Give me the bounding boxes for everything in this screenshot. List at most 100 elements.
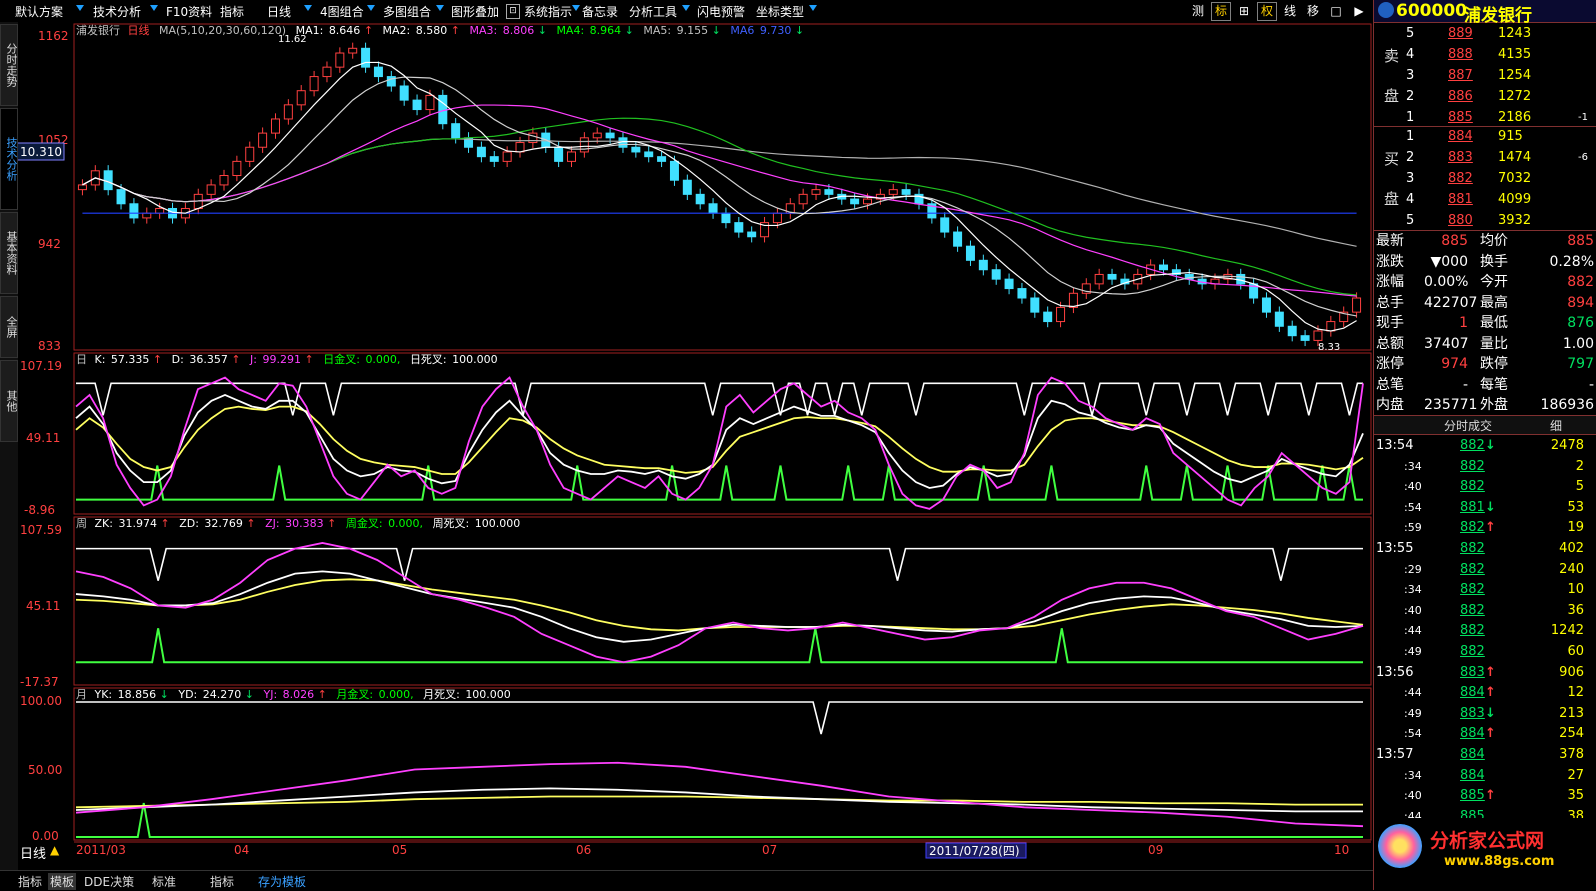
menu-indicator[interactable]: 指标 — [220, 3, 244, 19]
candle — [258, 132, 268, 148]
tab-basic-info[interactable]: 基本资料 — [0, 212, 18, 294]
d-value: 36.357 — [189, 353, 228, 366]
order-price[interactable]: 885 — [1448, 108, 1473, 128]
tick-price: 884 — [1460, 726, 1485, 742]
order-level: 5 — [1406, 213, 1415, 228]
tab-technical-analysis[interactable]: 技术分析 — [0, 108, 18, 210]
tab-fullscreen[interactable]: 全屏 — [0, 296, 18, 358]
order-row[interactable]: 3 887 1254 — [1374, 66, 1596, 86]
window-button[interactable]: □ — [1326, 2, 1346, 21]
stat-value: 0.28% — [1549, 253, 1594, 270]
play-button[interactable]: ▶ — [1349, 2, 1369, 21]
tick-row: :59 882 ↑ 19 — [1374, 518, 1596, 538]
tab-save-template[interactable]: 存为模板 — [258, 873, 306, 890]
tick-time: 13:54 — [1376, 438, 1414, 453]
move-button[interactable]: 移 — [1303, 2, 1323, 21]
order-price[interactable]: 887 — [1448, 66, 1473, 86]
tick-time: :34 — [1404, 768, 1422, 782]
chevron-down-icon[interactable] — [150, 5, 158, 11]
order-row[interactable]: 3 882 7032 — [1374, 169, 1596, 189]
order-volume: 2186 — [1498, 110, 1532, 125]
order-price[interactable]: 888 — [1448, 45, 1473, 65]
tab-dde[interactable]: DDE决策 — [84, 873, 134, 890]
tab-other[interactable]: 其他 — [0, 360, 18, 442]
chevron-down-icon[interactable] — [367, 5, 375, 11]
order-row[interactable]: 5 880 3932 — [1374, 211, 1596, 231]
order-price[interactable]: 880 — [1448, 211, 1473, 231]
order-level: 1 — [1406, 129, 1415, 144]
menu-multi-chart[interactable]: 多图组合 — [383, 3, 431, 19]
line-button[interactable]: 线 — [1280, 2, 1300, 21]
order-row[interactable]: 5 889 1243 — [1374, 24, 1596, 44]
order-row[interactable]: 1 884 915 — [1374, 127, 1596, 147]
order-price[interactable]: 889 — [1448, 24, 1473, 44]
chevron-down-icon[interactable] — [76, 5, 84, 11]
chevron-down-icon[interactable] — [682, 5, 690, 11]
quote-panel: 600000 浦发银行 卖 盘 5 889 1243 4 888 4135 3 887 1254… — [1373, 0, 1596, 890]
menu-period[interactable]: 日线 — [267, 3, 291, 19]
menu-overlay[interactable]: 图形叠加 — [451, 3, 499, 19]
chevron-down-icon[interactable] — [572, 5, 580, 11]
ma4-label: MA4: — [556, 24, 584, 37]
chevron-down-icon[interactable] — [304, 5, 312, 11]
candle — [77, 184, 87, 191]
stat-value: 885 — [1567, 233, 1594, 249]
order-price[interactable]: 886 — [1448, 87, 1473, 107]
ma6-label: MA6 — [730, 24, 754, 37]
measure-button[interactable]: 测 — [1188, 2, 1208, 21]
stat-label: 涨跌 — [1376, 253, 1404, 270]
menu-axis-type[interactable]: 坐标类型 — [756, 3, 804, 19]
ticks-header[interactable]: 分时成交 — [1444, 417, 1492, 434]
candle — [1261, 297, 1271, 313]
menu-default-scheme[interactable]: 默认方案 — [15, 3, 63, 19]
j-value: 99.291 — [263, 353, 302, 366]
adjust-right-button[interactable]: 权 — [1257, 2, 1277, 21]
candle — [1004, 278, 1014, 290]
menu-system-signal[interactable]: 系统指示 — [524, 3, 572, 19]
candle — [129, 203, 139, 219]
crosshair-button[interactable]: ⊞ — [1234, 2, 1254, 21]
order-price[interactable]: 881 — [1448, 190, 1473, 210]
tick-volume: 213 — [1559, 705, 1584, 721]
mark-button[interactable]: 标 — [1211, 2, 1231, 21]
tab-time-sharing[interactable]: 分时走势 — [0, 24, 18, 106]
tick-volume: 1242 — [1550, 623, 1584, 639]
tab-standard[interactable]: 标准 — [152, 873, 176, 890]
chevron-down-icon[interactable] — [809, 5, 817, 11]
side-tabs: 分时走势 技术分析 基本资料 全屏 其他 — [0, 22, 18, 870]
order-price[interactable]: 882 — [1448, 169, 1473, 189]
tab-indicator-2[interactable]: 指标 — [210, 873, 234, 890]
order-row[interactable]: 4 888 4135 — [1374, 45, 1596, 65]
tick-direction-icon: ↑ — [1485, 664, 1496, 680]
order-row[interactable]: 2 886 1272 — [1374, 87, 1596, 107]
tick-price: 883 — [1460, 705, 1485, 721]
candle — [399, 85, 409, 101]
chart-area[interactable]: 1162 1052 942 833 10.310 107.19 49.11 -8… — [18, 22, 1373, 870]
x-label: 09 — [1148, 843, 1163, 857]
order-price[interactable]: 883 — [1448, 148, 1473, 168]
tab-indicator[interactable]: 指标 — [18, 873, 42, 890]
order-row[interactable]: 1 885 2186 -1 — [1374, 108, 1596, 128]
menu-f10[interactable]: F10资料 — [166, 3, 212, 19]
zk-value: 31.974 — [118, 517, 157, 530]
ticks-detail-button[interactable]: 细 — [1550, 417, 1562, 434]
candle — [863, 198, 873, 205]
tab-template[interactable]: 模板 — [48, 873, 77, 890]
order-price[interactable]: 884 — [1448, 127, 1473, 147]
order-row[interactable]: 4 881 4099 — [1374, 190, 1596, 210]
menu-memo[interactable]: 备忘录 — [582, 3, 618, 19]
menu-4-chart[interactable]: 4图组合 — [320, 3, 364, 19]
candle — [219, 175, 229, 186]
stat-label: 换手 — [1480, 253, 1508, 270]
order-row[interactable]: 2 883 1474 -6 — [1374, 148, 1596, 168]
menu-alert[interactable]: 闪电预警 — [697, 3, 745, 19]
tick-volume: 2478 — [1550, 438, 1584, 453]
chevron-down-icon[interactable] — [436, 5, 444, 11]
lock-icon[interactable]: ⊡ — [506, 4, 520, 19]
tick-price: 882 — [1460, 541, 1485, 556]
menu-analysis-tools[interactable]: 分析工具 — [629, 3, 677, 19]
weekly-death-value: 100.000 — [475, 517, 521, 530]
candle — [155, 207, 165, 214]
menu-technical-analysis[interactable]: 技术分析 — [93, 3, 141, 19]
watermark: 分析家公式网 www.88gs.com — [1374, 818, 1596, 890]
